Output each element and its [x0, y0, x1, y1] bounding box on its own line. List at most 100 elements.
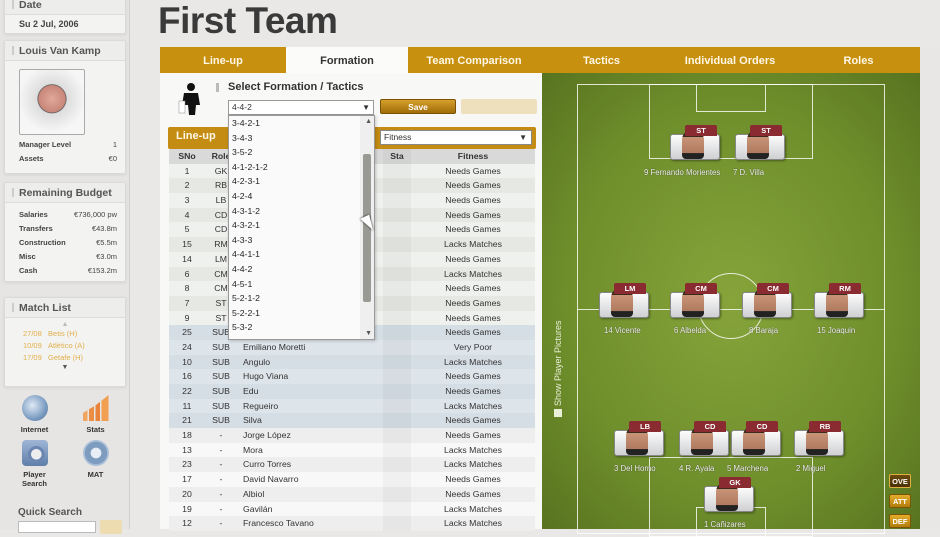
player-search-icon — [21, 440, 48, 466]
tab-bar: Line-up Formation Team Comparison Tactic… — [160, 47, 920, 73]
position-badge: CM — [757, 283, 789, 294]
player-card[interactable]: CD — [731, 421, 781, 456]
cell-sta — [383, 428, 411, 443]
table-row[interactable]: 19 - Gavilán Lacks Matches — [169, 501, 535, 517]
table-row[interactable]: 13 - Mora Lacks Matches — [169, 442, 535, 458]
formation-option[interactable]: 4-5-1 — [229, 277, 374, 292]
column-filter-value: Fitness — [384, 132, 412, 142]
budget-row: Salaries €736,000 pw — [5, 208, 125, 222]
cell-sta — [383, 267, 411, 282]
formation-option[interactable]: 5-3-2 — [229, 320, 374, 335]
formation-option[interactable]: 4-2-4 — [229, 189, 374, 204]
formation-option[interactable]: 4-3-1-2 — [229, 204, 374, 219]
col-fitness[interactable]: Fitness — [411, 149, 535, 164]
view-overall-button[interactable]: OVE — [889, 474, 911, 488]
player-card[interactable]: RM — [814, 283, 864, 318]
show-pictures-label: Show Player Pictures — [553, 320, 563, 406]
cell-name: Albiol — [243, 488, 265, 499]
view-defence-button[interactable]: DEF — [889, 514, 911, 528]
save-button[interactable]: Save — [380, 99, 456, 114]
shortcut-mat[interactable]: MAT — [65, 440, 126, 488]
player-card[interactable]: LB — [614, 421, 664, 456]
formation-option[interactable]: 4-2-3-1 — [229, 174, 374, 189]
quick-search-button[interactable] — [100, 520, 122, 534]
cell-sno: 9 — [184, 312, 190, 323]
shortcut-stats[interactable]: Stats — [65, 395, 126, 434]
formation-option[interactable]: 4-3-2-1 — [229, 218, 374, 233]
table-row[interactable]: 16 SUB Hugo Viana Needs Games — [169, 369, 535, 384]
match-item[interactable]: 27/08 Betis (H) — [5, 328, 125, 340]
formation-option[interactable]: 5-2-2-1 — [229, 306, 374, 321]
cell-sta — [383, 399, 411, 414]
formation-option[interactable]: 3-4-3 — [229, 131, 374, 146]
shortcut-player-search[interactable]: Player Search — [4, 440, 65, 488]
table-row[interactable]: 20 - Albiol Needs Games — [169, 486, 535, 502]
formation-option[interactable]: 3-4-2-1 — [229, 116, 374, 131]
formation-select[interactable]: 4-4-2 ▼ — [228, 100, 374, 115]
formation-option[interactable]: 3-5-2 — [229, 145, 374, 160]
show-player-pictures-toggle[interactable]: Show Player Pictures — [553, 320, 563, 417]
tab-roles[interactable]: Roles — [797, 47, 920, 73]
formation-option[interactable]: 5-2-1-2 — [229, 291, 374, 306]
scroll-up-icon[interactable]: ▲ — [365, 118, 372, 125]
player-name-label: 1 Cañizares — [704, 520, 746, 529]
column-filter-select[interactable]: Fitness ▼ — [380, 130, 532, 145]
tab-formation[interactable]: Formation — [286, 47, 408, 73]
player-card[interactable]: RB — [794, 421, 844, 456]
player-card[interactable]: CM — [742, 283, 792, 318]
formation-option[interactable]: 4-1-2-1-2 — [229, 160, 374, 175]
mat-ring-icon — [82, 440, 109, 466]
match-item[interactable]: 10/09 Atlético (A) — [5, 340, 125, 352]
player-card[interactable]: CM — [670, 283, 720, 318]
player-name-label: 14 Vicente — [604, 326, 641, 335]
shortcut-internet[interactable]: Internet — [4, 395, 65, 434]
date-panel: Date Su 2 Jul, 2006 — [4, 0, 126, 34]
match-item[interactable]: 17/09 Getafe (H) — [5, 352, 125, 364]
table-row[interactable]: 23 - Curro Torres Lacks Matches — [169, 457, 535, 473]
cell-fitness: Needs Games — [445, 165, 501, 176]
table-row[interactable]: 24 SUB Emiliano Moretti Very Poor — [169, 339, 535, 355]
position-badge: RM — [829, 283, 861, 294]
cell-role: SUB — [212, 415, 230, 426]
match-opponent: Atlético (A) — [48, 341, 85, 350]
player-card[interactable]: LM — [599, 283, 649, 318]
tab-team-comparison[interactable]: Team Comparison — [408, 47, 540, 73]
col-sno[interactable]: SNo — [169, 149, 205, 164]
cell-sno: 21 — [182, 415, 192, 426]
cell-fitness: Needs Games — [445, 209, 501, 220]
tab-individual-orders[interactable]: Individual Orders — [663, 47, 797, 73]
tab-line-up[interactable]: Line-up — [160, 47, 286, 73]
match-scroll-down-icon[interactable]: ▼ — [5, 364, 125, 371]
match-date: 17/09 — [23, 353, 42, 362]
tab-tactics[interactable]: Tactics — [540, 47, 663, 73]
page-title: First Team — [158, 0, 338, 41]
formation-option[interactable]: 4-4-1-1 — [229, 247, 374, 262]
cell-sta — [383, 296, 411, 311]
player-card[interactable]: ST — [670, 125, 720, 160]
cell-sno: 4 — [184, 209, 190, 220]
cell-fitness: Lacks Matches — [444, 239, 502, 250]
table-row[interactable]: 21 SUB Silva Needs Games — [169, 413, 535, 429]
cell-fitness: Lacks Matches — [444, 356, 502, 367]
col-sta[interactable]: Sta — [383, 149, 411, 164]
checkbox-icon[interactable] — [554, 409, 562, 417]
player-card[interactable]: GK — [704, 477, 754, 512]
budget-label: Cash — [19, 266, 38, 275]
goal-box-top — [696, 84, 766, 112]
match-scroll-up-icon[interactable]: ▲ — [5, 321, 125, 328]
table-row[interactable]: 17 - David Navarro Needs Games — [169, 472, 535, 487]
formation-option[interactable]: 4-4-2 — [229, 262, 374, 277]
scroll-down-icon[interactable]: ▼ — [365, 330, 372, 337]
table-row[interactable]: 10 SUB Angulo Lacks Matches — [169, 354, 535, 370]
table-row[interactable]: 22 SUB Edu Needs Games — [169, 384, 535, 399]
player-card[interactable]: CD — [679, 421, 729, 456]
quick-search-input[interactable] — [18, 521, 96, 533]
cell-sno: 24 — [182, 341, 192, 352]
formation-option[interactable]: 4-3-3 — [229, 233, 374, 248]
cell-fitness: Needs Games — [445, 297, 501, 308]
view-attack-button[interactable]: ATT — [889, 494, 911, 508]
table-row[interactable]: 18 - Jorge López Needs Games — [169, 428, 535, 443]
table-row[interactable]: 11 SUB Regueiro Lacks Matches — [169, 398, 535, 414]
cell-fitness: Needs Games — [445, 224, 501, 235]
player-card[interactable]: ST — [735, 125, 785, 160]
